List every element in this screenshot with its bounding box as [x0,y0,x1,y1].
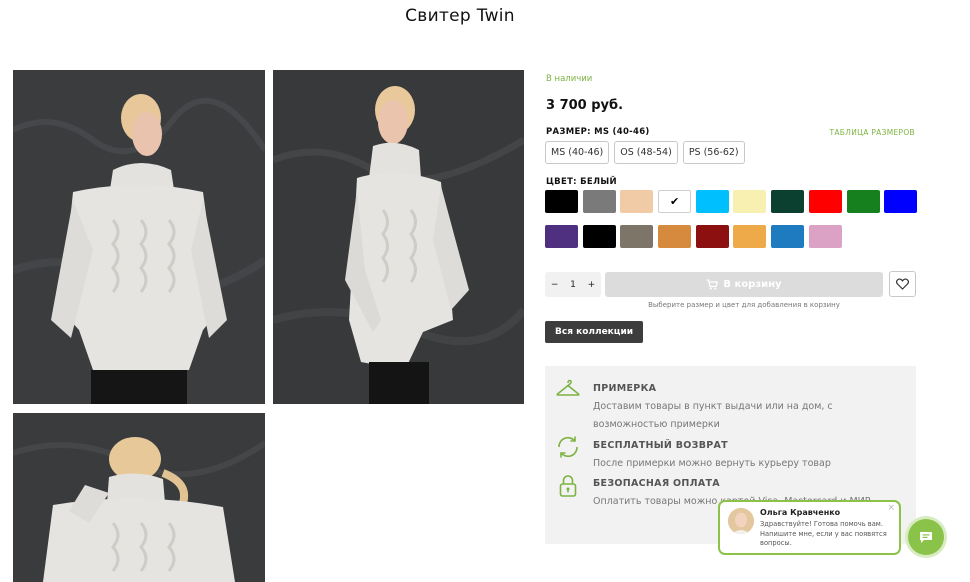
cart-hint: Выберите размер и цвет для добавления в … [648,301,840,309]
color-swatch[interactable] [620,225,654,248]
product-title: Свитер Twin [405,6,515,26]
chat-popup[interactable]: Ольга Кравченко Здравствуйте! Готова пом… [718,500,901,555]
avatar [728,508,754,534]
product-price: 3 700 руб. [546,98,624,113]
add-to-cart-button[interactable]: В корзину [605,272,883,297]
color-swatch[interactable] [808,190,842,213]
color-swatch[interactable] [545,190,578,213]
color-swatch[interactable] [545,225,578,248]
quantity-stepper: − 1 + [545,272,601,297]
chat-icon [920,532,932,543]
size-heading: РАЗМЕР: MS (40-46) [546,127,650,137]
color-swatch[interactable] [695,225,729,248]
benefit-title: БЕЗОПАСНАЯ ОПЛАТА [593,478,720,489]
qty-increase-button[interactable]: + [588,280,596,290]
qty-value[interactable]: 1 [570,280,576,290]
benefit-title: БЕСПЛАТНЫЙ ВОЗВРАТ [593,440,728,451]
hanger-icon [556,379,580,396]
color-heading: ЦВЕТ: БЕЛЫЙ [546,177,617,187]
return-arrows-icon [558,436,578,458]
size-option-ms[interactable]: MS (40-46) [545,141,610,164]
check-icon: ✔ [669,195,680,208]
favorite-button[interactable] [889,271,916,297]
size-option-ps[interactable]: PS (56-62) [682,141,745,164]
size-option-os[interactable]: OS (48-54) [614,141,678,164]
chat-message: Здравствуйте! Готова помочь вам. Напишит… [760,520,887,547]
qty-decrease-button[interactable]: − [551,280,559,290]
color-swatch[interactable] [771,190,805,213]
all-collections-button[interactable]: Вся коллекции [545,321,644,343]
color-swatch[interactable] [733,225,767,248]
product-photo-front[interactable] [13,70,265,404]
color-swatch[interactable]: ✔ [658,190,692,213]
heart-icon [896,278,909,290]
close-icon[interactable]: × [887,503,895,513]
size-table-link[interactable]: ТАБЛИЦА РАЗМЕРОВ [830,128,916,137]
color-swatch[interactable] [846,190,880,213]
product-photo-back[interactable] [13,413,265,582]
add-to-cart-label: В корзину [723,279,782,290]
color-swatch[interactable] [582,190,616,213]
color-swatch[interactable] [884,190,918,213]
color-swatches: ✔ [545,190,918,248]
chat-agent-name: Ольга Кравченко [760,508,841,517]
color-swatch[interactable] [582,225,616,248]
benefit-title: ПРИМЕРКА [593,383,657,394]
color-swatch[interactable] [658,225,692,248]
lock-icon [559,475,577,497]
size-options: MS (40-46) OS (48-54) PS (56-62) [545,141,745,164]
cart-icon [706,279,719,290]
product-photo-side[interactable] [273,70,524,404]
chat-open-button[interactable] [908,519,944,555]
benefit-text: После примерки можно вернуть курьеру тов… [593,458,831,469]
availability-status: В наличии [546,74,593,84]
color-swatch[interactable] [695,190,729,213]
color-swatch[interactable] [733,190,767,213]
color-swatch[interactable] [620,190,654,213]
color-swatch[interactable] [771,225,805,248]
color-swatch[interactable] [808,225,842,248]
benefit-text: Доставим товары в пункт выдачи или на до… [593,401,833,430]
